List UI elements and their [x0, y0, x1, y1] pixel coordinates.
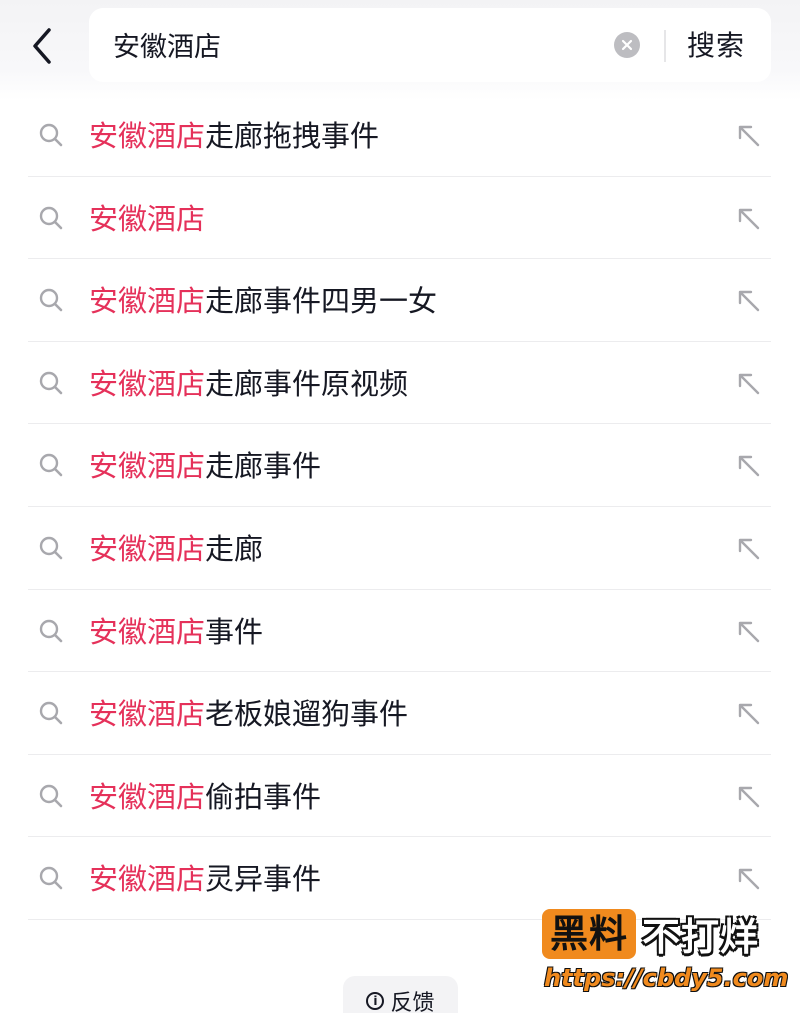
- suggestion-highlight: 安徽酒店: [89, 201, 206, 236]
- search-input[interactable]: [113, 24, 593, 64]
- suggestion-highlight: 安徽酒店: [89, 531, 206, 566]
- arrow-up-left-icon[interactable]: [735, 783, 763, 811]
- watermark-text: 不打烊: [642, 915, 760, 959]
- suggestion-text: 安徽酒店老板娘遛狗事件: [89, 692, 408, 736]
- watermark: 黑料 不打烊 https://cbdy5.com: [542, 906, 788, 998]
- suggestion-rest: 走廊事件四男一女: [205, 284, 438, 319]
- arrow-up-left-icon[interactable]: [735, 700, 763, 728]
- suggestion-highlight: 安徽酒店: [89, 614, 206, 649]
- suggestion-rest: 偷拍事件: [205, 779, 322, 814]
- suggestion-highlight: 安徽酒店: [89, 284, 206, 319]
- suggestion-text: 安徽酒店事件: [89, 610, 263, 654]
- feedback-label: 反馈: [390, 991, 435, 1013]
- search-icon: [39, 867, 63, 890]
- suggestion-text: 安徽酒店偷拍事件: [89, 775, 321, 819]
- search-button[interactable]: 搜索: [687, 26, 745, 66]
- suggestion-text: 安徽酒店走廊事件四男一女: [89, 279, 437, 323]
- clear-button[interactable]: [614, 32, 640, 58]
- search-icon: [39, 371, 63, 395]
- suggestion-item[interactable]: 安徽酒店走廊拖拽事件: [28, 94, 771, 177]
- suggestion-rest: 走廊: [205, 531, 264, 566]
- search-box: 搜索: [89, 8, 771, 82]
- search-icon: [39, 701, 63, 725]
- suggestion-rest: 灵异事件: [205, 862, 322, 897]
- suggestion-text: 安徽酒店: [89, 197, 205, 241]
- suggestion-text: 安徽酒店走廊: [89, 527, 263, 571]
- suggestion-rest: 走廊事件原视频: [205, 366, 409, 401]
- search-icon: [39, 123, 63, 147]
- suggestion-item[interactable]: 安徽酒店走廊: [28, 507, 771, 590]
- suggestion-item[interactable]: 安徽酒店事件: [28, 590, 771, 673]
- watermark-url: https://cbdy5.com: [544, 964, 789, 992]
- suggestion-highlight: 安徽酒店: [89, 779, 206, 814]
- suggestion-highlight: 安徽酒店: [89, 449, 206, 484]
- suggestion-rest: 事件: [205, 614, 264, 649]
- suggestion-highlight: 安徽酒店: [89, 862, 206, 897]
- feedback-button[interactable]: i 反馈: [343, 976, 458, 1013]
- suggestion-highlight: 安徽酒店: [89, 119, 206, 153]
- back-button[interactable]: [20, 24, 64, 68]
- arrow-up-left-icon[interactable]: [735, 205, 763, 233]
- suggestion-text: 安徽酒店走廊事件: [89, 444, 321, 488]
- suggestion-item[interactable]: 安徽酒店偷拍事件: [28, 755, 771, 838]
- search-icon: [39, 288, 63, 312]
- arrow-up-left-icon[interactable]: [735, 287, 763, 315]
- suggestion-item[interactable]: 安徽酒店: [28, 177, 771, 260]
- search-icon: [39, 536, 63, 560]
- top-bar: 搜索: [0, 0, 800, 100]
- suggestion-rest: 走廊事件: [205, 449, 322, 484]
- arrow-up-left-icon[interactable]: [735, 865, 763, 893]
- suggestion-highlight: 安徽酒店: [89, 697, 206, 732]
- suggestion-item[interactable]: 安徽酒店走廊事件四男一女: [28, 259, 771, 342]
- suggestion-list: 安徽酒店走廊拖拽事件 安徽酒店 安徽酒店走廊事件四男一女 安徽酒店走廊事件原视频 安徽酒…: [28, 94, 771, 920]
- divider: [664, 30, 666, 62]
- clear-icon: [621, 39, 633, 51]
- watermark-boxed-text: 黑料: [542, 908, 637, 959]
- suggestion-text: 安徽酒店走廊事件原视频: [89, 362, 408, 406]
- suggestion-item[interactable]: 安徽酒店老板娘遛狗事件: [28, 672, 771, 755]
- arrow-up-left-icon[interactable]: [735, 452, 763, 480]
- suggestion-rest: 走廊拖拽事件: [205, 119, 380, 153]
- suggestion-rest: 老板娘遛狗事件: [205, 697, 409, 732]
- search-icon: [39, 206, 63, 229]
- suggestion-item[interactable]: 安徽酒店走廊事件: [28, 424, 771, 507]
- search-icon: [39, 454, 63, 477]
- info-icon: i: [366, 992, 385, 1010]
- arrow-up-left-icon[interactable]: [735, 370, 763, 398]
- arrow-up-left-icon[interactable]: [735, 122, 763, 150]
- suggestion-text: 安徽酒店走廊拖拽事件: [89, 114, 379, 158]
- suggestion-text: 安徽酒店灵异事件: [89, 857, 321, 901]
- suggestion-item[interactable]: 安徽酒店走廊事件原视频: [28, 342, 771, 425]
- arrow-up-left-icon[interactable]: [735, 535, 763, 563]
- arrow-up-left-icon[interactable]: [735, 618, 763, 646]
- search-icon: [39, 619, 63, 642]
- search-icon: [39, 784, 63, 808]
- suggestion-highlight: 安徽酒店: [89, 366, 206, 401]
- chevron-left-icon: [33, 28, 51, 64]
